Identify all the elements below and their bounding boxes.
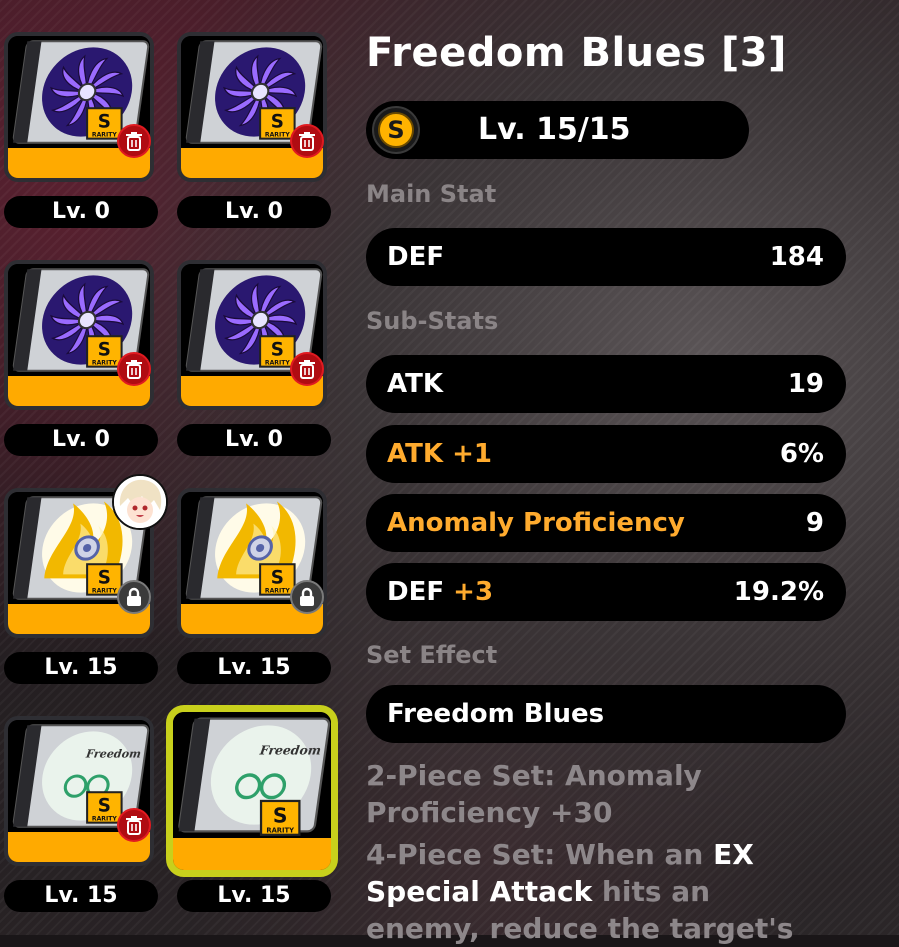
trash-icon[interactable] <box>290 352 324 386</box>
two-piece-effect: 2-Piece Set: Anomaly Proficiency +30 <box>366 759 702 829</box>
disc-level-label: Lv. 0 <box>4 424 158 456</box>
set-name-row: Freedom Blues <box>366 685 846 743</box>
svg-text:S: S <box>98 340 111 361</box>
svg-text:S: S <box>98 796 111 817</box>
sub-stat-value: 9 <box>805 508 824 538</box>
sub-stat-row: Anomaly Proficiency 9 <box>366 494 846 552</box>
main-stat-value: 184 <box>769 242 824 272</box>
sub-stat-value: 19 <box>787 369 824 399</box>
disc-level-label: Lv. 15 <box>4 652 158 684</box>
svg-text:S: S <box>271 340 284 361</box>
trash-icon[interactable] <box>117 124 151 158</box>
disc-frame: S RARITY <box>4 32 154 182</box>
four-piece-effect: 4-Piece Set: When an EX Special Attack h… <box>366 836 826 947</box>
sub-stat-name-text: ATK <box>387 439 443 469</box>
main-stat-label: Main Stat <box>366 180 497 208</box>
disc-frame: S RARITY <box>177 32 327 182</box>
svg-text:RARITY: RARITY <box>92 132 117 139</box>
svg-text:RARITY: RARITY <box>266 827 294 835</box>
svg-text:Freedom: Freedom <box>258 743 322 758</box>
disc-level-label: Lv. 0 <box>177 196 331 228</box>
main-stat-name: DEF <box>387 242 445 272</box>
svg-text:Freedom: Freedom <box>84 747 142 761</box>
trash-icon[interactable] <box>117 808 151 842</box>
svg-text:RARITY: RARITY <box>92 588 117 595</box>
sub-stat-upgrade: +3 <box>453 577 494 607</box>
disc-level-label: Lv. 15 <box>4 880 158 912</box>
svg-text:S: S <box>271 112 284 133</box>
svg-text:S: S <box>271 568 284 589</box>
rarity-strip <box>173 838 331 870</box>
s-rank-icon: S <box>372 106 420 154</box>
disc-frame-selected: Freedom S RARITY <box>166 705 338 877</box>
svg-text:S: S <box>98 112 111 133</box>
set-effect-label: Set Effect <box>366 641 498 669</box>
svg-text:RARITY: RARITY <box>265 132 290 139</box>
level-bar: S Lv. 15/15 <box>366 101 749 159</box>
disc-frame: S RARITY <box>177 260 327 410</box>
main-stat-row: DEF 184 <box>366 228 846 286</box>
sub-stats-label: Sub-Stats <box>366 307 499 335</box>
level-text: Lv. 15/15 <box>478 112 631 147</box>
sub-stat-name: DEF +3 <box>387 563 493 621</box>
trash-icon[interactable] <box>117 352 151 386</box>
trash-icon[interactable] <box>290 124 324 158</box>
sub-stat-name: ATK +1 <box>387 425 492 483</box>
sub-stat-value: 19.2% <box>733 577 824 607</box>
sub-stat-name-text: DEF <box>387 577 445 607</box>
sub-stat-upgrade: +1 <box>452 439 492 469</box>
sub-stat-name: ATK <box>387 355 443 413</box>
svg-text:RARITY: RARITY <box>265 360 290 367</box>
four-piece-text-a: 4-Piece Set: When an <box>366 838 714 871</box>
svg-text:RARITY: RARITY <box>92 816 117 823</box>
lock-icon[interactable] <box>290 580 324 614</box>
svg-text:RARITY: RARITY <box>265 588 290 595</box>
disc-level-label: Lv. 15 <box>177 880 331 912</box>
disc-title: Freedom Blues [3] <box>366 30 787 76</box>
svg-text:RARITY: RARITY <box>92 360 117 367</box>
sub-stat-name: Anomaly Proficiency <box>387 494 685 552</box>
set-name: Freedom Blues <box>387 699 605 729</box>
equipped-agent-avatar <box>112 474 168 530</box>
disc-frame: S RARITY <box>177 488 327 638</box>
sub-stat-value: 6% <box>779 439 824 469</box>
sub-stat-row: ATK +1 6% <box>366 425 846 483</box>
disc-level-label: Lv. 0 <box>177 424 331 456</box>
disc-level-label: Lv. 15 <box>177 652 331 684</box>
disc-frame: Freedom S RARITY <box>4 716 154 866</box>
sub-stat-name-text: Anomaly Proficiency <box>387 508 685 538</box>
svg-text:S: S <box>98 568 111 589</box>
sub-stat-row: ATK 19 <box>366 355 846 413</box>
sub-stat-row: DEF +3 19.2% <box>366 563 846 621</box>
drive-disc-art: Freedom S RARITY <box>173 712 331 838</box>
lock-icon[interactable] <box>117 580 151 614</box>
disc-level-label: Lv. 0 <box>4 196 158 228</box>
sub-stat-name-text: ATK <box>387 369 443 399</box>
svg-text:S: S <box>387 116 404 144</box>
disc-frame: S RARITY <box>4 260 154 410</box>
svg-text:S: S <box>273 803 288 827</box>
